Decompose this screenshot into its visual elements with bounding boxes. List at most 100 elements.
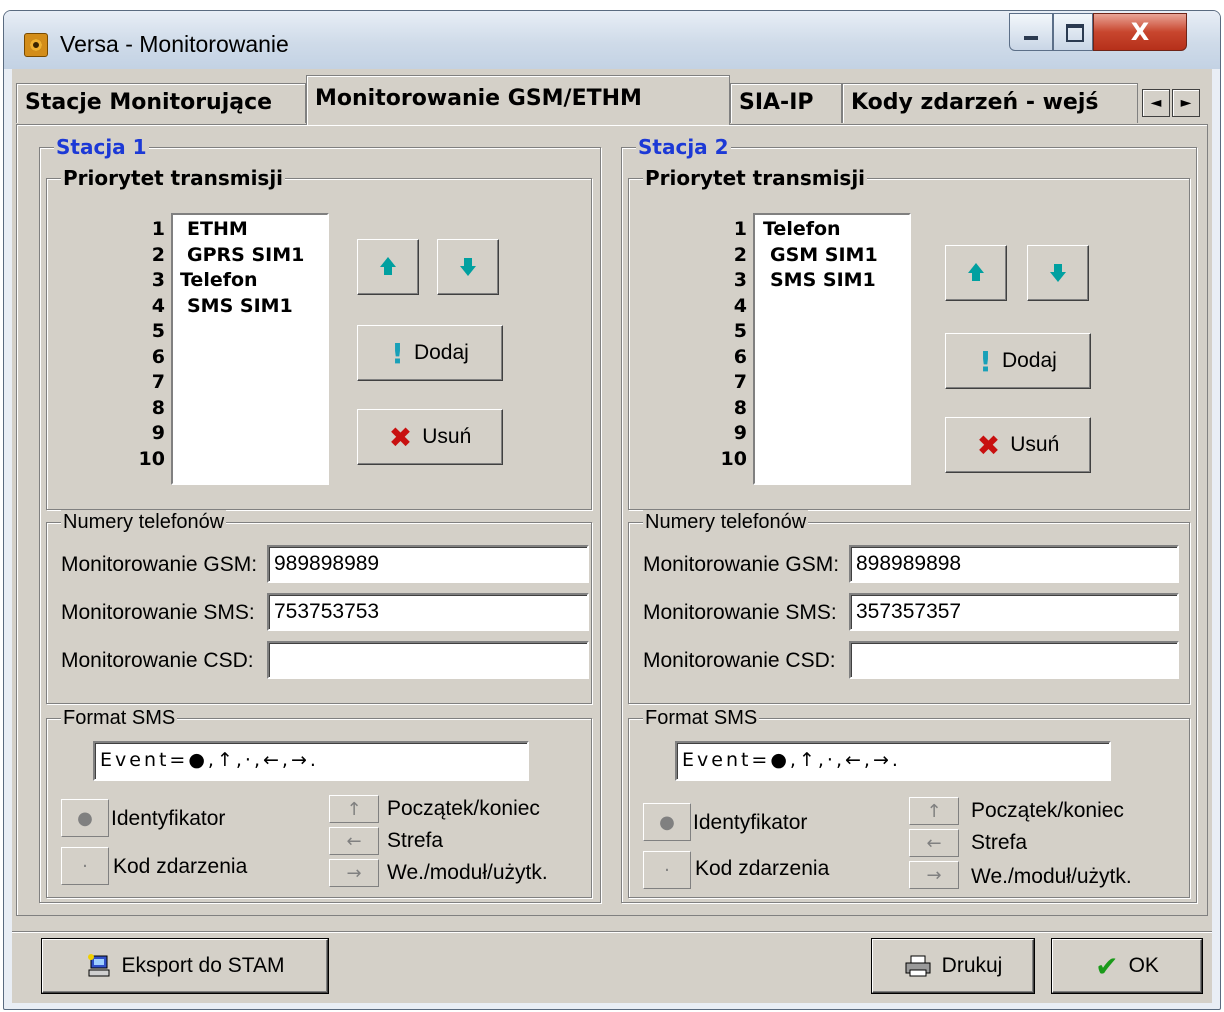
tab-monitorowanie-gsm-ethm[interactable]: Monitorowanie GSM/ETHM [306,75,730,125]
station-2-priority-group: Priorytet transmisji 1 2 3 4 5 6 7 8 9 10 Telefon… [628,166,1190,510]
tab-strip: Stacje Monitorujące Monitorowanie GSM/ET… [12,75,1212,125]
tab-page-gsm-ethm: Stacja 1 Priorytet transmisji 1234567891… [16,124,1208,916]
station-1-priority-list[interactable]: ETHM GPRS SIM1 Telefon SMS SIM1 [171,213,329,485]
priority-numbers: 1 2 3 4 5 6 7 8 9 10 [138,218,165,470]
printer-icon [905,955,931,977]
remove-button[interactable]: ✖ Usuń [945,417,1091,473]
start-end-insert-button[interactable]: ↑ [909,797,959,825]
minimize-button[interactable] [1009,13,1053,51]
event-code-label: Kod zdarzenia [695,857,830,880]
gsm-label: Monitorowanie GSM: [61,553,258,576]
station-1-sms-format-group: Format SMS Event=●,↑,·,←,→. ● Identyfika… [46,706,592,898]
print-button[interactable]: Drukuj [872,939,1034,993]
csd-label: Monitorowanie CSD: [61,649,254,672]
event-code-insert-button[interactable]: · [643,851,691,889]
app-window: Versa - Monitorowanie X Stacje Monitoruj… [3,10,1221,1010]
sms-format-input[interactable]: Event=●,↑,·,←,→. [675,741,1111,781]
move-up-button[interactable] [357,239,419,295]
zone-label: Strefa [387,829,444,852]
module-insert-button[interactable]: → [329,859,379,887]
arrow-up-icon [378,257,398,277]
computer-export-icon [87,954,109,977]
module-insert-button[interactable]: → [909,861,959,889]
station-2-priority-list[interactable]: Telefon GSM SIM1 SMS SIM1 [753,213,911,485]
gsm-number-input[interactable]: 989898989 [267,545,589,583]
arrow-up-icon [966,263,986,283]
sms-number-input[interactable]: 357357357 [849,593,1179,631]
list-item[interactable]: Telefon [763,217,909,243]
sms-format-group-label: Format SMS [643,706,760,730]
tab-stacje-monitorujace[interactable]: Stacje Monitorujące [16,83,306,123]
red-x-icon: ✖ [388,420,413,454]
add-button[interactable]: ! Dodaj [357,325,503,381]
list-item[interactable]: Telefon [180,268,327,294]
arrow-down-icon [1048,263,1068,283]
export-stam-button[interactable]: Eksport do STAM [42,939,328,993]
list-item[interactable]: SMS SIM1 [770,268,909,294]
csd-number-input[interactable] [849,641,1179,679]
arrow-down-icon [458,257,478,277]
red-x-icon: ✖ [976,428,1001,462]
app-icon[interactable] [24,33,48,57]
zone-insert-button[interactable]: ← [329,827,379,855]
station-1-group: Stacja 1 Priorytet transmisji 1234567891… [39,135,601,903]
start-end-label: Początek/koniec [387,797,540,820]
add-button[interactable]: ! Dodaj [945,333,1091,389]
phones-group-label: Numery telefonów [61,510,227,534]
remove-button[interactable]: ✖ Usuń [357,409,503,465]
station-1-priority-group: Priorytet transmisji 1 2 3 4 5 6 7 8 9 10 ETHM GP… [46,166,592,510]
priority-group-label: Priorytet transmisji [643,166,868,190]
module-label: We./moduł/użytk. [387,861,548,884]
identifier-insert-button[interactable]: ● [61,799,109,837]
priority-numbers: 1 2 3 4 5 6 7 8 9 10 [720,218,747,470]
start-end-insert-button[interactable]: ↑ [329,795,379,823]
station-1-phones-group: Numery telefonów Monitorowanie GSM: 9898… [46,510,592,704]
footer-divider [12,931,1212,933]
module-label: We./moduł/użytk. [971,865,1132,888]
ok-button[interactable]: ✔ OK [1052,939,1202,993]
station-1-title: Stacja 1 [54,135,149,159]
title-bar[interactable]: Versa - Monitorowanie X [4,11,1220,69]
list-item[interactable]: ETHM [187,217,327,243]
sms-label: Monitorowanie SMS: [61,601,255,624]
dialog-client: Stacje Monitorujące Monitorowanie GSM/ET… [12,69,1212,1003]
close-button[interactable]: X [1093,13,1187,51]
start-end-label: Początek/koniec [971,799,1124,822]
tab-sia-ip[interactable]: SIA-IP [730,83,842,123]
list-item[interactable]: SMS SIM1 [187,294,327,320]
event-code-label: Kod zdarzenia [113,855,248,878]
move-up-button[interactable] [945,245,1007,301]
csd-label: Monitorowanie CSD: [643,649,836,672]
exclamation-icon: ! [391,336,404,370]
checkmark-icon: ✔ [1095,949,1119,983]
csd-number-input[interactable] [267,641,589,679]
station-2-title: Stacja 2 [636,135,731,159]
exclamation-icon: ! [979,344,992,378]
identifier-label: Identyfikator [693,811,808,834]
tab-scroll-left-button[interactable]: ◄ [1142,89,1170,117]
event-code-insert-button[interactable]: · [61,847,109,885]
maximize-button[interactable] [1053,13,1093,51]
zone-label: Strefa [971,831,1028,854]
window-title: Versa - Monitorowanie [60,31,289,57]
move-down-button[interactable] [437,239,499,295]
station-2-group: Stacja 2 Priorytet transmisji 1234567891… [621,135,1197,903]
sms-format-group-label: Format SMS [61,706,178,730]
station-2-sms-format-group: Format SMS Event=●,↑,·,←,→. ● Identyfika… [628,706,1190,898]
move-down-button[interactable] [1027,245,1089,301]
sms-number-input[interactable]: 753753753 [267,593,589,631]
identifier-insert-button[interactable]: ● [643,803,691,841]
gsm-label: Monitorowanie GSM: [643,553,840,576]
tab-scroll-right-button[interactable]: ► [1172,89,1200,117]
gsm-number-input[interactable]: 898989898 [849,545,1179,583]
identifier-label: Identyfikator [111,807,226,830]
list-item[interactable]: GSM SIM1 [770,243,909,269]
list-item[interactable]: GPRS SIM1 [187,243,327,269]
tab-kody-zdarzen[interactable]: Kody zdarzeń - wejś [842,83,1138,123]
station-2-phones-group: Numery telefonów Monitorowanie GSM: 8989… [628,510,1190,704]
sms-label: Monitorowanie SMS: [643,601,837,624]
phones-group-label: Numery telefonów [643,510,809,534]
priority-group-label: Priorytet transmisji [61,166,286,190]
sms-format-input[interactable]: Event=●,↑,·,←,→. [93,741,529,781]
zone-insert-button[interactable]: ← [909,829,959,857]
